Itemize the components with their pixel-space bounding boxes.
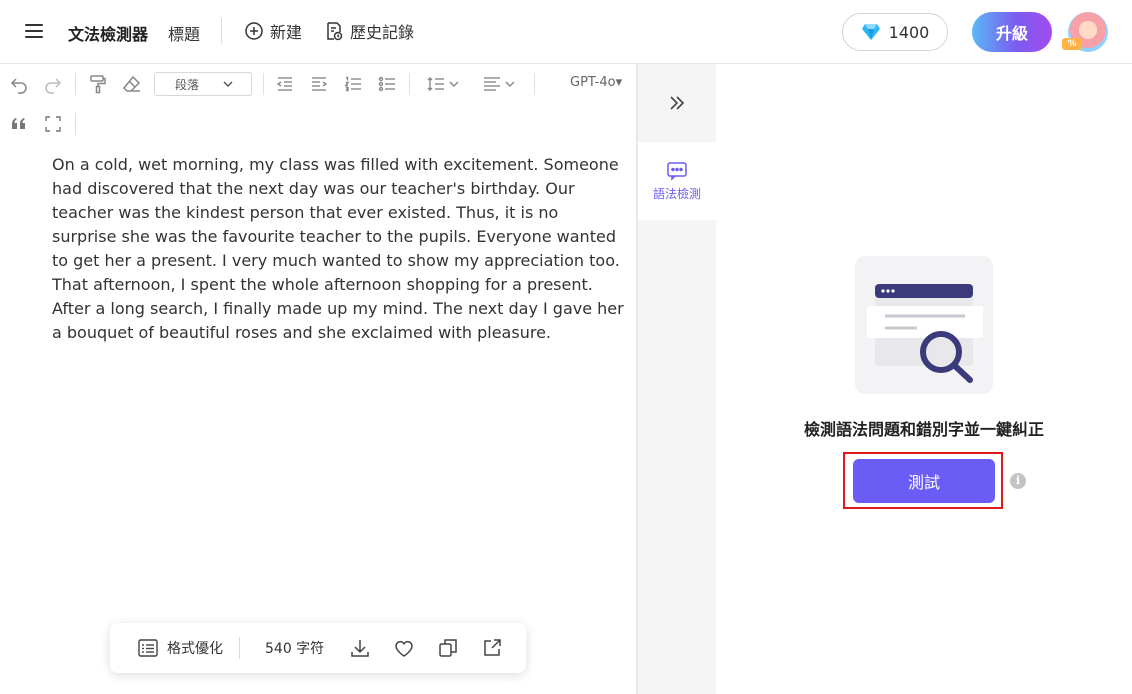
copy-button[interactable] [437,635,459,661]
test-button[interactable]: 測試 [853,459,995,503]
history-button[interactable]: 歷史記錄 [324,19,414,43]
format-optimize-label: 格式優化 [167,641,223,657]
download-button[interactable] [349,635,371,661]
tab-grammar-check-label: 語法檢測 [652,186,701,201]
grammar-chat-icon [667,161,687,181]
bottom-bar-divider [239,637,240,659]
credits-balance[interactable]: 1400 [842,13,948,51]
bottom-action-bar: 格式優化 540 字符 [110,623,526,673]
list-format-icon [138,639,158,657]
credits-count: 1400 [888,22,930,42]
info-icon[interactable]: i [1010,473,1026,489]
model-selector[interactable]: GPT-4o▾ [570,75,622,90]
top-bar: 文法檢測器 標題 新建 歷史記錄 1400 升級 % [0,0,1132,64]
undo-icon[interactable] [8,73,30,95]
tab-grammar-check[interactable]: 語法檢測 [638,142,716,220]
copy-icon [439,639,457,657]
bullet-list-icon[interactable] [376,73,398,95]
document-title[interactable]: 標題 [168,21,200,45]
download-icon [351,640,369,657]
paragraph-style-value: 段落 [175,77,200,92]
format-painter-icon[interactable] [87,73,109,95]
plus-circle-icon [245,22,263,40]
share-button[interactable] [481,635,503,661]
format-optimize-button[interactable]: 格式優化 [137,635,223,661]
fullscreen-icon[interactable] [42,113,64,135]
double-chevron-right-icon [670,96,685,110]
new-document-button[interactable]: 新建 [244,19,302,43]
favorite-button[interactable] [393,635,415,661]
document-magnifier-icon [867,284,983,383]
external-link-icon [484,639,501,656]
discount-badge: % [1062,38,1082,50]
user-avatar[interactable]: % [1062,12,1108,52]
line-height-icon [427,77,459,91]
quote-icon[interactable] [8,113,30,135]
ordered-list-icon[interactable] [342,73,364,95]
redo-icon[interactable] [42,73,64,95]
toolbar-divider [409,73,410,95]
history-document-icon [327,22,343,41]
outdent-icon[interactable] [274,73,296,95]
grammar-check-illustration [855,256,993,394]
toolbar-divider [534,73,535,95]
chevron-down-icon [223,81,233,87]
toolbar-divider [75,73,76,95]
upgrade-button[interactable]: 升級 [972,12,1052,52]
text-align-dropdown[interactable] [482,73,518,95]
heart-icon [395,640,413,657]
paragraph-style-select[interactable]: 段落 [154,72,252,96]
history-label: 歷史記錄 [350,23,415,42]
eraser-icon[interactable] [121,73,143,95]
collapse-panel-button[interactable] [638,64,716,142]
editor-content[interactable]: On a cold, wet morning, my class was fil… [52,153,627,345]
panel-caption: 檢測語法問題和錯別字並一鍵糾正 [803,420,1044,439]
header-divider [221,18,222,44]
app-title: 文法檢測器 [68,25,149,44]
new-document-label: 新建 [270,23,303,42]
indent-icon[interactable] [308,73,330,95]
toolbar-divider [263,73,264,95]
diamond-icon [861,24,880,40]
line-height-dropdown[interactable] [426,73,462,95]
align-left-icon [484,77,515,91]
character-count: 540 字符 [265,641,325,657]
hamburger-menu-icon[interactable] [25,22,45,40]
toolbar-divider [75,113,76,135]
